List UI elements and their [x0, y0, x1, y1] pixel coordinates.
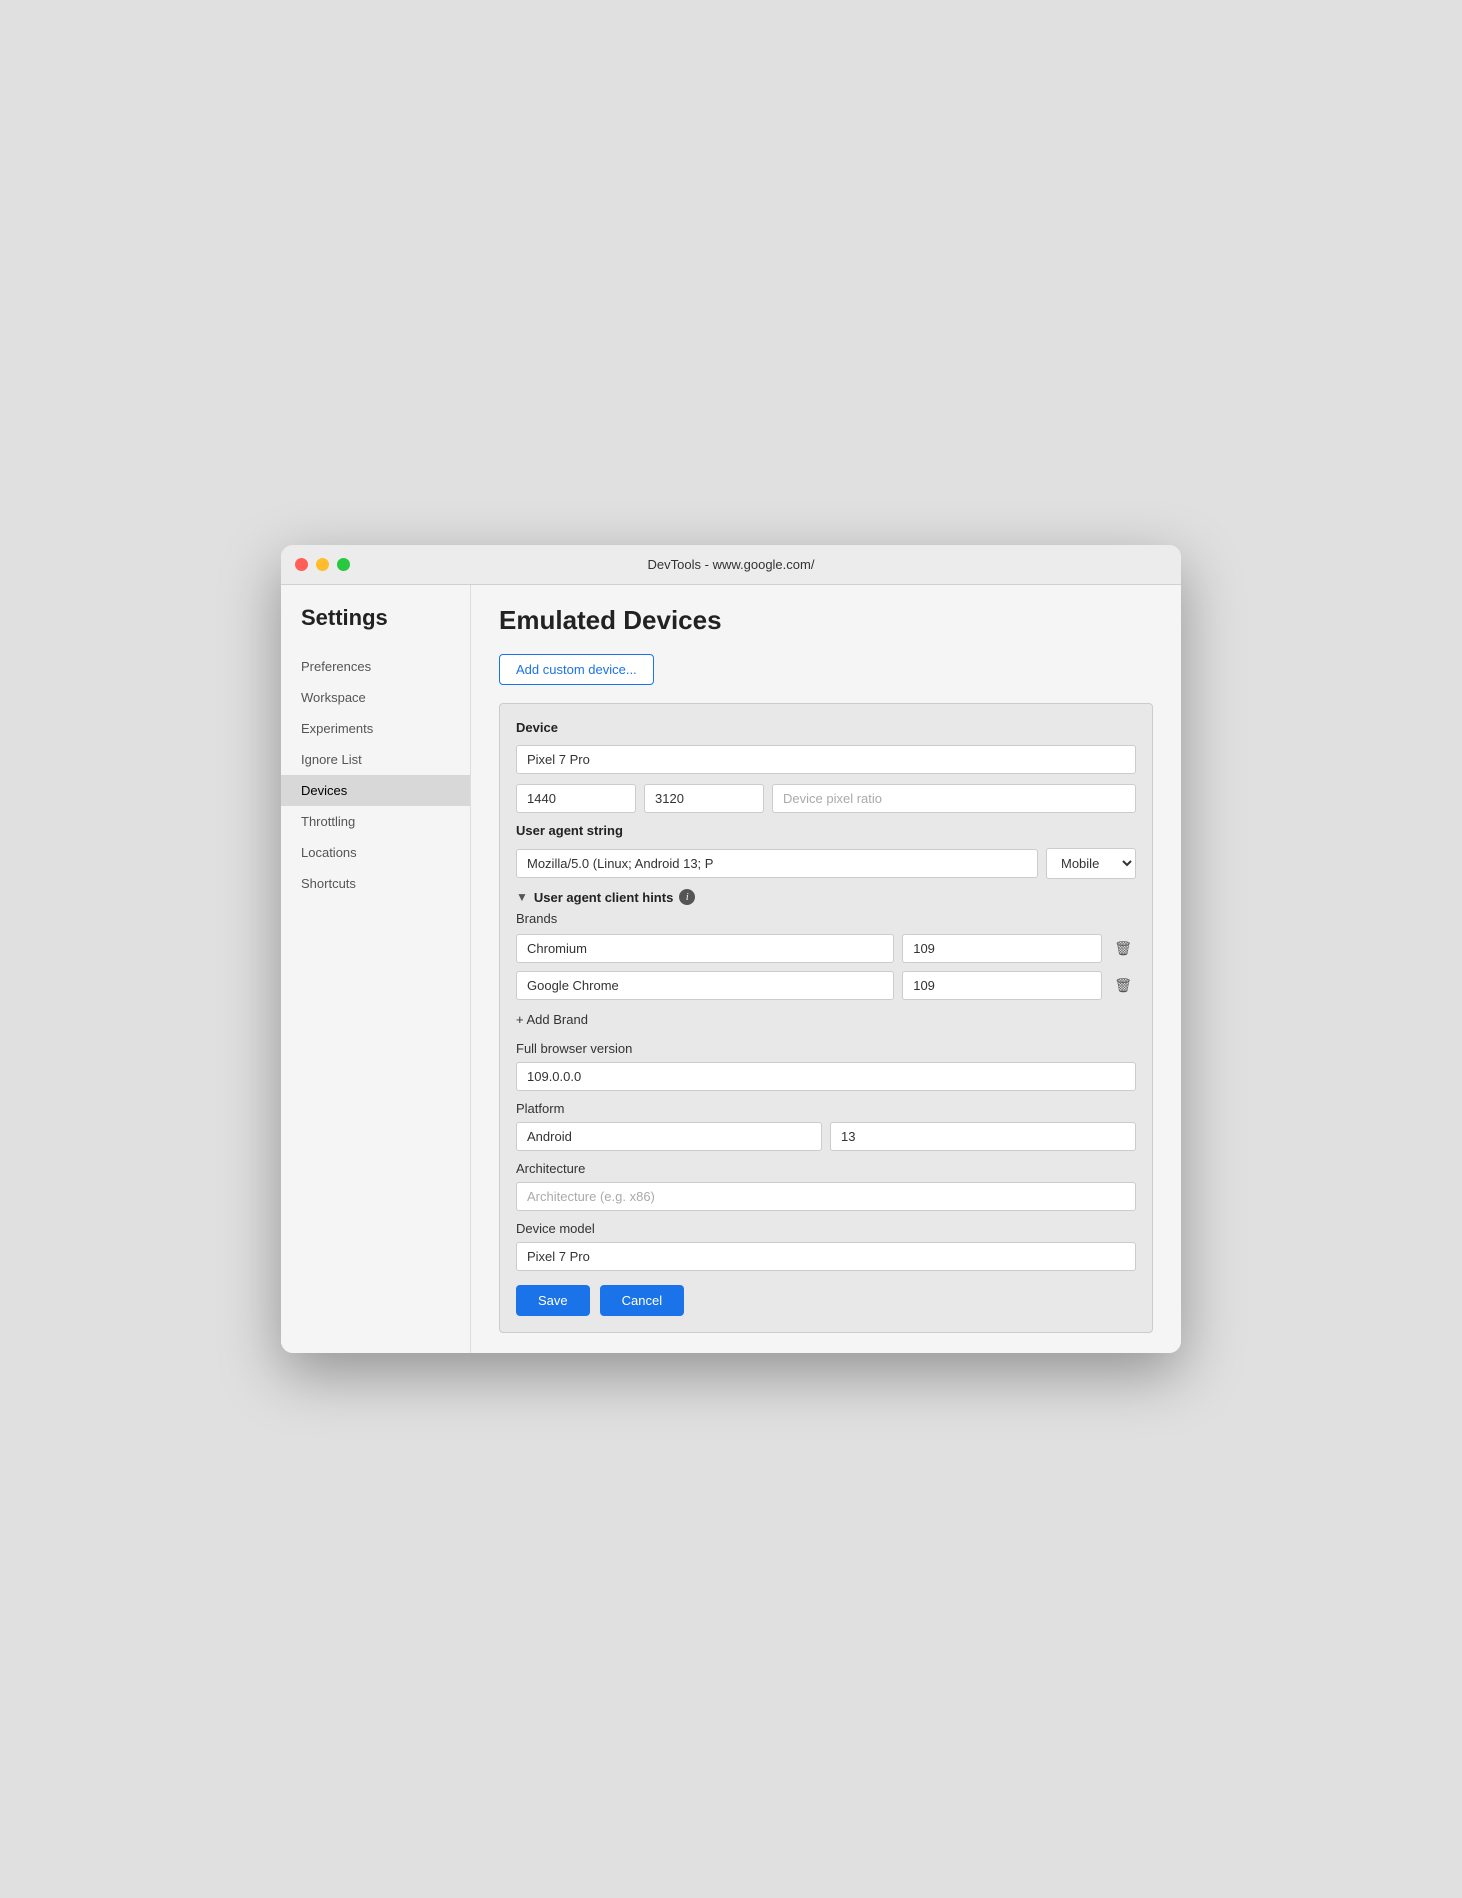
user-agent-label: User agent string: [516, 823, 1136, 838]
window-body: Settings Preferences Workspace Experimen…: [281, 585, 1181, 1353]
sidebar-item-locations[interactable]: Locations: [281, 837, 470, 868]
brand-row-google-chrome: 🗑: [516, 971, 1136, 1000]
brand-version-input-google-chrome[interactable]: [902, 971, 1102, 1000]
hints-toggle-icon[interactable]: ▼: [516, 890, 528, 904]
main-content: Emulated Devices Add custom device... De…: [471, 585, 1181, 1353]
sidebar-item-experiments[interactable]: Experiments: [281, 713, 470, 744]
platform-label: Platform: [516, 1101, 1136, 1116]
sidebar-item-preferences[interactable]: Preferences: [281, 651, 470, 682]
height-input[interactable]: [644, 784, 764, 813]
delete-brand-chromium-icon[interactable]: 🗑: [1110, 936, 1136, 961]
hints-info-icon[interactable]: i: [679, 889, 695, 905]
delete-brand-google-chrome-icon[interactable]: 🗑: [1110, 973, 1136, 998]
brand-name-input-chromium[interactable]: [516, 934, 894, 963]
architecture-row: [516, 1182, 1136, 1211]
sidebar-item-shortcuts[interactable]: Shortcuts: [281, 868, 470, 899]
device-section-label: Device: [516, 720, 1136, 735]
device-model-label: Device model: [516, 1221, 1136, 1236]
brand-name-input-google-chrome[interactable]: [516, 971, 894, 1000]
window-controls: [295, 558, 350, 571]
titlebar: DevTools - www.google.com/: [281, 545, 1181, 585]
sidebar-item-workspace[interactable]: Workspace: [281, 682, 470, 713]
minimize-button[interactable]: [316, 558, 329, 571]
sidebar-heading: Settings: [281, 605, 470, 651]
architecture-label: Architecture: [516, 1161, 1136, 1176]
close-button[interactable]: [295, 558, 308, 571]
device-model-row: [516, 1242, 1136, 1271]
platform-name-input[interactable]: [516, 1122, 822, 1151]
device-name-input[interactable]: [516, 745, 1136, 774]
hints-header: ▼ User agent client hints i: [516, 889, 1136, 905]
hints-title: User agent client hints: [534, 890, 673, 905]
sidebar-item-devices[interactable]: Devices: [281, 775, 470, 806]
brands-label: Brands: [516, 911, 1136, 926]
width-input[interactable]: [516, 784, 636, 813]
add-custom-device-button[interactable]: Add custom device...: [499, 654, 654, 685]
pixel-ratio-input[interactable]: [772, 784, 1136, 813]
sidebar: Settings Preferences Workspace Experimen…: [281, 585, 471, 1353]
titlebar-title: DevTools - www.google.com/: [648, 557, 815, 572]
actions-row: Save Cancel: [516, 1285, 1136, 1316]
device-model-input[interactable]: [516, 1242, 1136, 1271]
brand-version-input-chromium[interactable]: [902, 934, 1102, 963]
device-form: Device User agent string Mobile: [499, 703, 1153, 1333]
architecture-input[interactable]: [516, 1182, 1136, 1211]
dimensions-row: [516, 784, 1136, 813]
full-version-label: Full browser version: [516, 1041, 1136, 1056]
sidebar-item-throttling[interactable]: Throttling: [281, 806, 470, 837]
page-title: Emulated Devices: [499, 605, 1153, 636]
full-version-input[interactable]: [516, 1062, 1136, 1091]
user-agent-row: Mobile Desktop Tablet: [516, 848, 1136, 879]
maximize-button[interactable]: [337, 558, 350, 571]
brand-row-chromium: 🗑: [516, 934, 1136, 963]
ua-type-select[interactable]: Mobile Desktop Tablet: [1046, 848, 1136, 879]
platform-version-input[interactable]: [830, 1122, 1136, 1151]
add-brand-button[interactable]: + Add Brand: [516, 1008, 588, 1031]
platform-row: [516, 1122, 1136, 1151]
device-name-row: [516, 745, 1136, 774]
save-button[interactable]: Save: [516, 1285, 590, 1316]
devtools-window: DevTools - www.google.com/ Settings Pref…: [281, 545, 1181, 1353]
user-agent-input[interactable]: [516, 849, 1038, 878]
full-version-row: [516, 1062, 1136, 1091]
cancel-button[interactable]: Cancel: [600, 1285, 684, 1316]
sidebar-item-ignore-list[interactable]: Ignore List: [281, 744, 470, 775]
